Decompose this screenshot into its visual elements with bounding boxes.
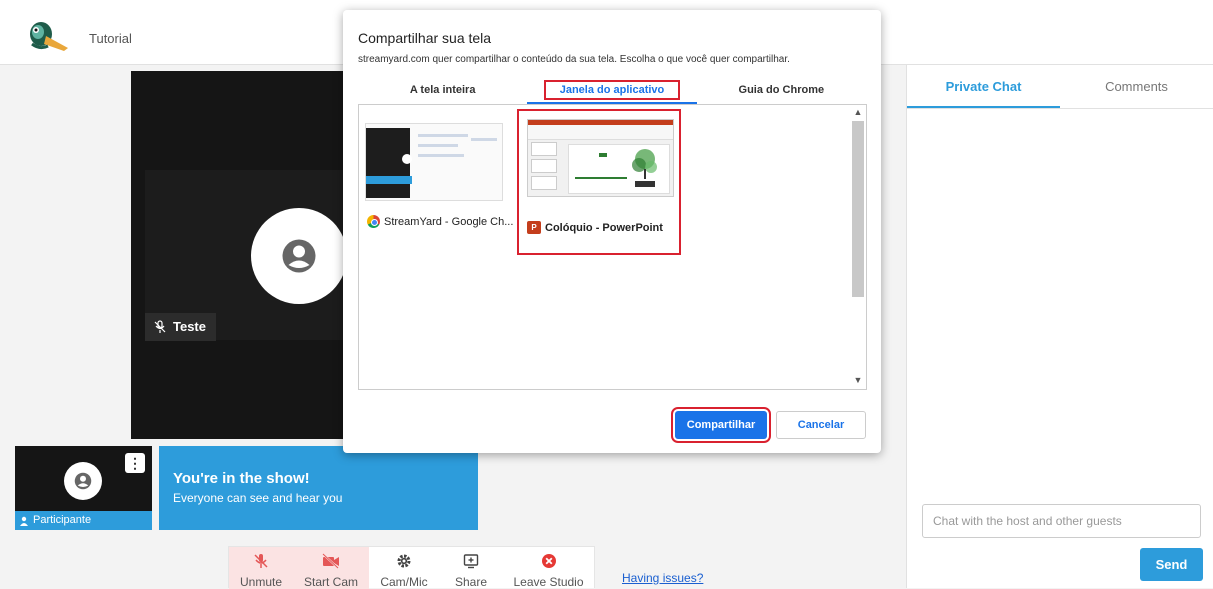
thumb-avatar [402,154,412,164]
banner-title: You're in the show! [173,470,310,487]
thumbnail-label: Participante [15,511,152,530]
scroll-down-icon[interactable]: ▼ [852,375,864,387]
cam-mic-button[interactable]: Cam/Mic [369,547,439,589]
having-issues-link[interactable]: Having issues? [622,571,703,585]
studio-toolbar: Unmute Start Cam Cam/Mic Share Leave Stu… [228,546,595,589]
leave-studio-button[interactable]: Leave Studio [503,547,594,589]
mic-muted-icon [253,553,269,569]
leave-studio-label: Leave Studio [513,575,584,589]
chat-input[interactable] [922,504,1201,538]
dialog-subtitle: streamyard.com quer compartilhar o conte… [358,54,790,65]
banner-subtitle: Everyone can see and hear you [173,491,343,505]
cancel-button[interactable]: Cancelar [776,411,866,439]
tab-application-window[interactable]: Janela do aplicativo [527,80,697,104]
share-screen-dialog: Compartilhar sua tela streamyard.com que… [343,10,881,453]
thumb-line [418,154,464,157]
window-thumbnail-streamyard[interactable] [365,123,503,201]
share-confirm-button[interactable]: Compartilhar [671,407,771,443]
mic-muted-icon [154,320,166,333]
thumb-line [418,134,468,137]
window-list: StreamYard - Google Ch... P Colóquio - P… [358,104,867,390]
in-show-banner: You're in the show! Everyone can see and… [159,446,478,530]
tree-icon [575,149,657,187]
thumb-slide [568,144,670,194]
participant-name: Teste [173,319,206,334]
window-label-streamyard[interactable]: StreamYard - Google Ch... [367,215,513,228]
start-cam-button[interactable]: Start Cam [293,547,369,589]
thumb-ribbon [528,125,673,140]
share-button[interactable]: Share [439,547,503,589]
person-icon [74,472,92,490]
tab-entire-screen[interactable]: A tela inteira [358,80,527,104]
gear-icon [396,553,412,569]
tab-comments[interactable]: Comments [1060,65,1213,108]
thumbnail-more-icon[interactable]: ⋮ [125,453,145,473]
tab-application-window-label: Janela do aplicativo [543,80,681,100]
thumb-banner [366,176,412,184]
scroll-up-icon[interactable]: ▲ [852,107,864,119]
start-cam-label: Start Cam [303,575,358,589]
duck-logo-icon [30,22,68,51]
thumbnail-name: Participante [33,514,92,526]
window-option-powerpoint[interactable]: P Colóquio - PowerPoint [517,109,681,255]
unmute-label: Unmute [239,575,283,589]
screen-share-icon [463,553,479,569]
thumb-line [471,138,497,141]
chat-tabs: Private Chat Comments [907,65,1213,109]
thumb-line [418,144,458,147]
window-list-scrollbar[interactable]: ▲ ▼ [852,107,864,387]
cam-mic-label: Cam/Mic [380,575,428,589]
share-label: Share [454,575,488,589]
chrome-icon [367,215,380,228]
close-circle-icon [541,553,557,569]
tab-chrome-tab[interactable]: Guia do Chrome [697,80,866,104]
participant-name-tag: Teste [145,313,216,341]
window-title: Colóquio - PowerPoint [545,221,663,234]
dialog-tabs: A tela inteira Janela do aplicativo Guia… [358,80,866,104]
person-icon [282,239,316,273]
tab-private-chat[interactable]: Private Chat [907,65,1060,108]
tab-chrome-tab-label: Guia do Chrome [738,84,825,96]
scrollbar-thumb[interactable] [852,121,864,297]
window-label-powerpoint: P Colóquio - PowerPoint [527,221,663,234]
tab-entire-screen-label: A tela inteira [409,84,476,96]
avatar [64,462,102,500]
window-title: StreamYard - Google Ch... [384,215,514,228]
camera-off-icon [322,553,340,569]
unmute-button[interactable]: Unmute [229,547,293,589]
user-icon [20,516,28,526]
thumb-slide-list [531,142,559,192]
avatar [251,208,347,304]
window-thumbnail-powerpoint [527,119,674,197]
studio-title: Tutorial [89,31,132,46]
send-button[interactable]: Send [1140,548,1203,581]
dialog-title: Compartilhar sua tela [358,30,492,46]
powerpoint-icon: P [527,221,541,234]
